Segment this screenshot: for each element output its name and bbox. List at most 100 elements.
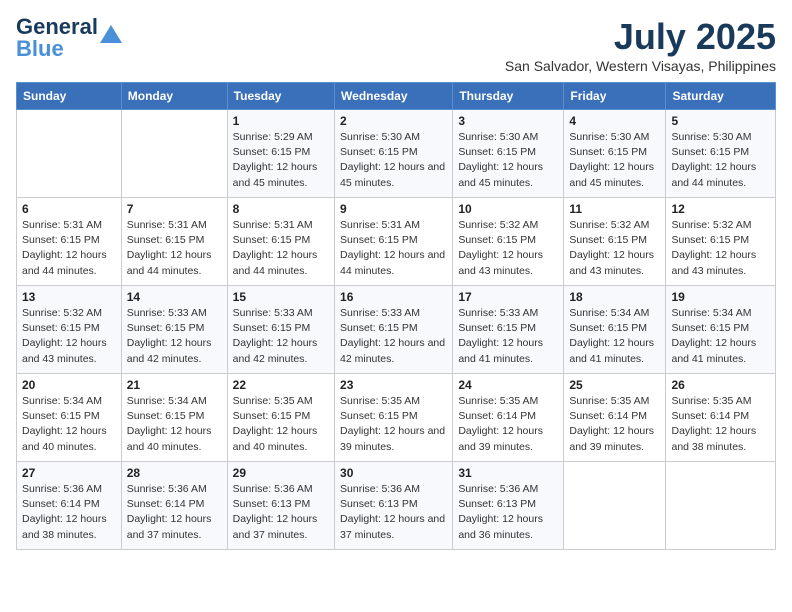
day-number: 2: [340, 114, 447, 128]
logo-blue: Blue: [16, 36, 64, 61]
calendar-header-row: SundayMondayTuesdayWednesdayThursdayFrid…: [17, 83, 776, 110]
day-number: 21: [127, 378, 222, 392]
calendar-cell: 27 Sunrise: 5:36 AMSunset: 6:14 PMDayligh…: [17, 462, 122, 550]
day-info: Sunrise: 5:36 AMSunset: 6:14 PMDaylight:…: [127, 482, 222, 543]
day-number: 8: [233, 202, 329, 216]
day-info: Sunrise: 5:34 AMSunset: 6:15 PMDaylight:…: [22, 394, 116, 455]
day-info: Sunrise: 5:35 AMSunset: 6:14 PMDaylight:…: [671, 394, 770, 455]
calendar-week-5: 27 Sunrise: 5:36 AMSunset: 6:14 PMDayligh…: [17, 462, 776, 550]
calendar-cell: 9 Sunrise: 5:31 AMSunset: 6:15 PMDaylight…: [335, 198, 453, 286]
day-number: 26: [671, 378, 770, 392]
day-info: Sunrise: 5:31 AMSunset: 6:15 PMDaylight:…: [233, 218, 329, 279]
calendar-cell: 18 Sunrise: 5:34 AMSunset: 6:15 PMDayligh…: [564, 286, 666, 374]
logo-text: GeneralBlue: [16, 16, 98, 60]
calendar-cell: 2 Sunrise: 5:30 AMSunset: 6:15 PMDaylight…: [335, 110, 453, 198]
day-number: 27: [22, 466, 116, 480]
day-info: Sunrise: 5:30 AMSunset: 6:15 PMDaylight:…: [458, 130, 558, 191]
calendar-cell: 5 Sunrise: 5:30 AMSunset: 6:15 PMDaylight…: [666, 110, 776, 198]
day-number: 20: [22, 378, 116, 392]
calendar-cell: 30 Sunrise: 5:36 AMSunset: 6:13 PMDayligh…: [335, 462, 453, 550]
day-number: 28: [127, 466, 222, 480]
day-info: Sunrise: 5:35 AMSunset: 6:14 PMDaylight:…: [458, 394, 558, 455]
day-number: 13: [22, 290, 116, 304]
day-info: Sunrise: 5:34 AMSunset: 6:15 PMDaylight:…: [671, 306, 770, 367]
day-info: Sunrise: 5:35 AMSunset: 6:14 PMDaylight:…: [569, 394, 660, 455]
calendar-subtitle: San Salvador, Western Visayas, Philippin…: [505, 58, 776, 74]
calendar-cell: 6 Sunrise: 5:31 AMSunset: 6:15 PMDaylight…: [17, 198, 122, 286]
day-info: Sunrise: 5:30 AMSunset: 6:15 PMDaylight:…: [569, 130, 660, 191]
title-block: July 2025 San Salvador, Western Visayas,…: [505, 16, 776, 74]
calendar-cell: 4Sunrise: 5:30 AMSunset: 6:15 PMDaylight…: [564, 110, 666, 198]
page-header: GeneralBlue July 2025 San Salvador, West…: [16, 16, 776, 74]
day-number: 3: [458, 114, 558, 128]
calendar-cell: 3 Sunrise: 5:30 AMSunset: 6:15 PMDaylight…: [453, 110, 564, 198]
day-number: 10: [458, 202, 558, 216]
day-number: 30: [340, 466, 447, 480]
calendar-cell: 17 Sunrise: 5:33 AMSunset: 6:15 PMDayligh…: [453, 286, 564, 374]
calendar-cell: 20 Sunrise: 5:34 AMSunset: 6:15 PMDayligh…: [17, 374, 122, 462]
day-number: 29: [233, 466, 329, 480]
calendar-cell: [17, 110, 122, 198]
day-info: Sunrise: 5:31 AMSunset: 6:15 PMDaylight:…: [340, 218, 447, 279]
day-number: 22: [233, 378, 329, 392]
calendar-week-1: 1 Sunrise: 5:29 AMSunset: 6:15 PMDaylight…: [17, 110, 776, 198]
day-info: Sunrise: 5:30 AMSunset: 6:15 PMDaylight:…: [671, 130, 770, 191]
calendar-cell: 29Sunrise: 5:36 AMSunset: 6:13 PMDayligh…: [227, 462, 334, 550]
calendar-cell: 16Sunrise: 5:33 AMSunset: 6:15 PMDayligh…: [335, 286, 453, 374]
col-header-tuesday: Tuesday: [227, 83, 334, 110]
calendar-cell: 21 Sunrise: 5:34 AMSunset: 6:15 PMDayligh…: [121, 374, 227, 462]
day-number: 9: [340, 202, 447, 216]
calendar-cell: 26 Sunrise: 5:35 AMSunset: 6:14 PMDayligh…: [666, 374, 776, 462]
col-header-friday: Friday: [564, 83, 666, 110]
calendar-cell: 22 Sunrise: 5:35 AMSunset: 6:15 PMDayligh…: [227, 374, 334, 462]
day-number: 5: [671, 114, 770, 128]
day-number: 24: [458, 378, 558, 392]
calendar-table: SundayMondayTuesdayWednesdayThursdayFrid…: [16, 82, 776, 550]
logo-icon: [100, 23, 122, 45]
day-number: 23: [340, 378, 447, 392]
day-number: 19: [671, 290, 770, 304]
day-info: Sunrise: 5:32 AMSunset: 6:15 PMDaylight:…: [671, 218, 770, 279]
day-info: Sunrise: 5:36 AMSunset: 6:13 PMDaylight:…: [458, 482, 558, 543]
day-number: 1: [233, 114, 329, 128]
calendar-cell: [564, 462, 666, 550]
calendar-week-2: 6 Sunrise: 5:31 AMSunset: 6:15 PMDaylight…: [17, 198, 776, 286]
day-info: Sunrise: 5:33 AMSunset: 6:15 PMDaylight:…: [458, 306, 558, 367]
calendar-cell: [121, 110, 227, 198]
day-info: Sunrise: 5:32 AMSunset: 6:15 PMDaylight:…: [458, 218, 558, 279]
day-info: Sunrise: 5:29 AMSunset: 6:15 PMDaylight:…: [233, 130, 329, 191]
day-number: 16: [340, 290, 447, 304]
calendar-week-4: 20 Sunrise: 5:34 AMSunset: 6:15 PMDayligh…: [17, 374, 776, 462]
col-header-monday: Monday: [121, 83, 227, 110]
day-number: 25: [569, 378, 660, 392]
calendar-week-3: 13 Sunrise: 5:32 AMSunset: 6:15 PMDayligh…: [17, 286, 776, 374]
day-number: 11: [569, 202, 660, 216]
calendar-cell: 11Sunrise: 5:32 AMSunset: 6:15 PMDayligh…: [564, 198, 666, 286]
day-number: 31: [458, 466, 558, 480]
day-info: Sunrise: 5:33 AMSunset: 6:15 PMDaylight:…: [127, 306, 222, 367]
calendar-cell: 1 Sunrise: 5:29 AMSunset: 6:15 PMDaylight…: [227, 110, 334, 198]
col-header-sunday: Sunday: [17, 83, 122, 110]
day-info: Sunrise: 5:32 AMSunset: 6:15 PMDaylight:…: [22, 306, 116, 367]
day-number: 18: [569, 290, 660, 304]
day-info: Sunrise: 5:34 AMSunset: 6:15 PMDaylight:…: [127, 394, 222, 455]
day-number: 12: [671, 202, 770, 216]
day-info: Sunrise: 5:35 AMSunset: 6:15 PMDaylight:…: [233, 394, 329, 455]
day-info: Sunrise: 5:30 AMSunset: 6:15 PMDaylight:…: [340, 130, 447, 191]
day-info: Sunrise: 5:36 AMSunset: 6:13 PMDaylight:…: [340, 482, 447, 543]
calendar-cell: 31 Sunrise: 5:36 AMSunset: 6:13 PMDayligh…: [453, 462, 564, 550]
day-info: Sunrise: 5:31 AMSunset: 6:15 PMDaylight:…: [22, 218, 116, 279]
day-number: 17: [458, 290, 558, 304]
day-number: 15: [233, 290, 329, 304]
day-number: 6: [22, 202, 116, 216]
day-number: 14: [127, 290, 222, 304]
calendar-cell: 14 Sunrise: 5:33 AMSunset: 6:15 PMDayligh…: [121, 286, 227, 374]
day-number: 7: [127, 202, 222, 216]
calendar-cell: 28 Sunrise: 5:36 AMSunset: 6:14 PMDayligh…: [121, 462, 227, 550]
day-info: Sunrise: 5:35 AMSunset: 6:15 PMDaylight:…: [340, 394, 447, 455]
day-info: Sunrise: 5:36 AMSunset: 6:14 PMDaylight:…: [22, 482, 116, 543]
day-info: Sunrise: 5:34 AMSunset: 6:15 PMDaylight:…: [569, 306, 660, 367]
logo: GeneralBlue: [16, 16, 122, 60]
calendar-cell: 25 Sunrise: 5:35 AMSunset: 6:14 PMDayligh…: [564, 374, 666, 462]
calendar-cell: 23 Sunrise: 5:35 AMSunset: 6:15 PMDayligh…: [335, 374, 453, 462]
